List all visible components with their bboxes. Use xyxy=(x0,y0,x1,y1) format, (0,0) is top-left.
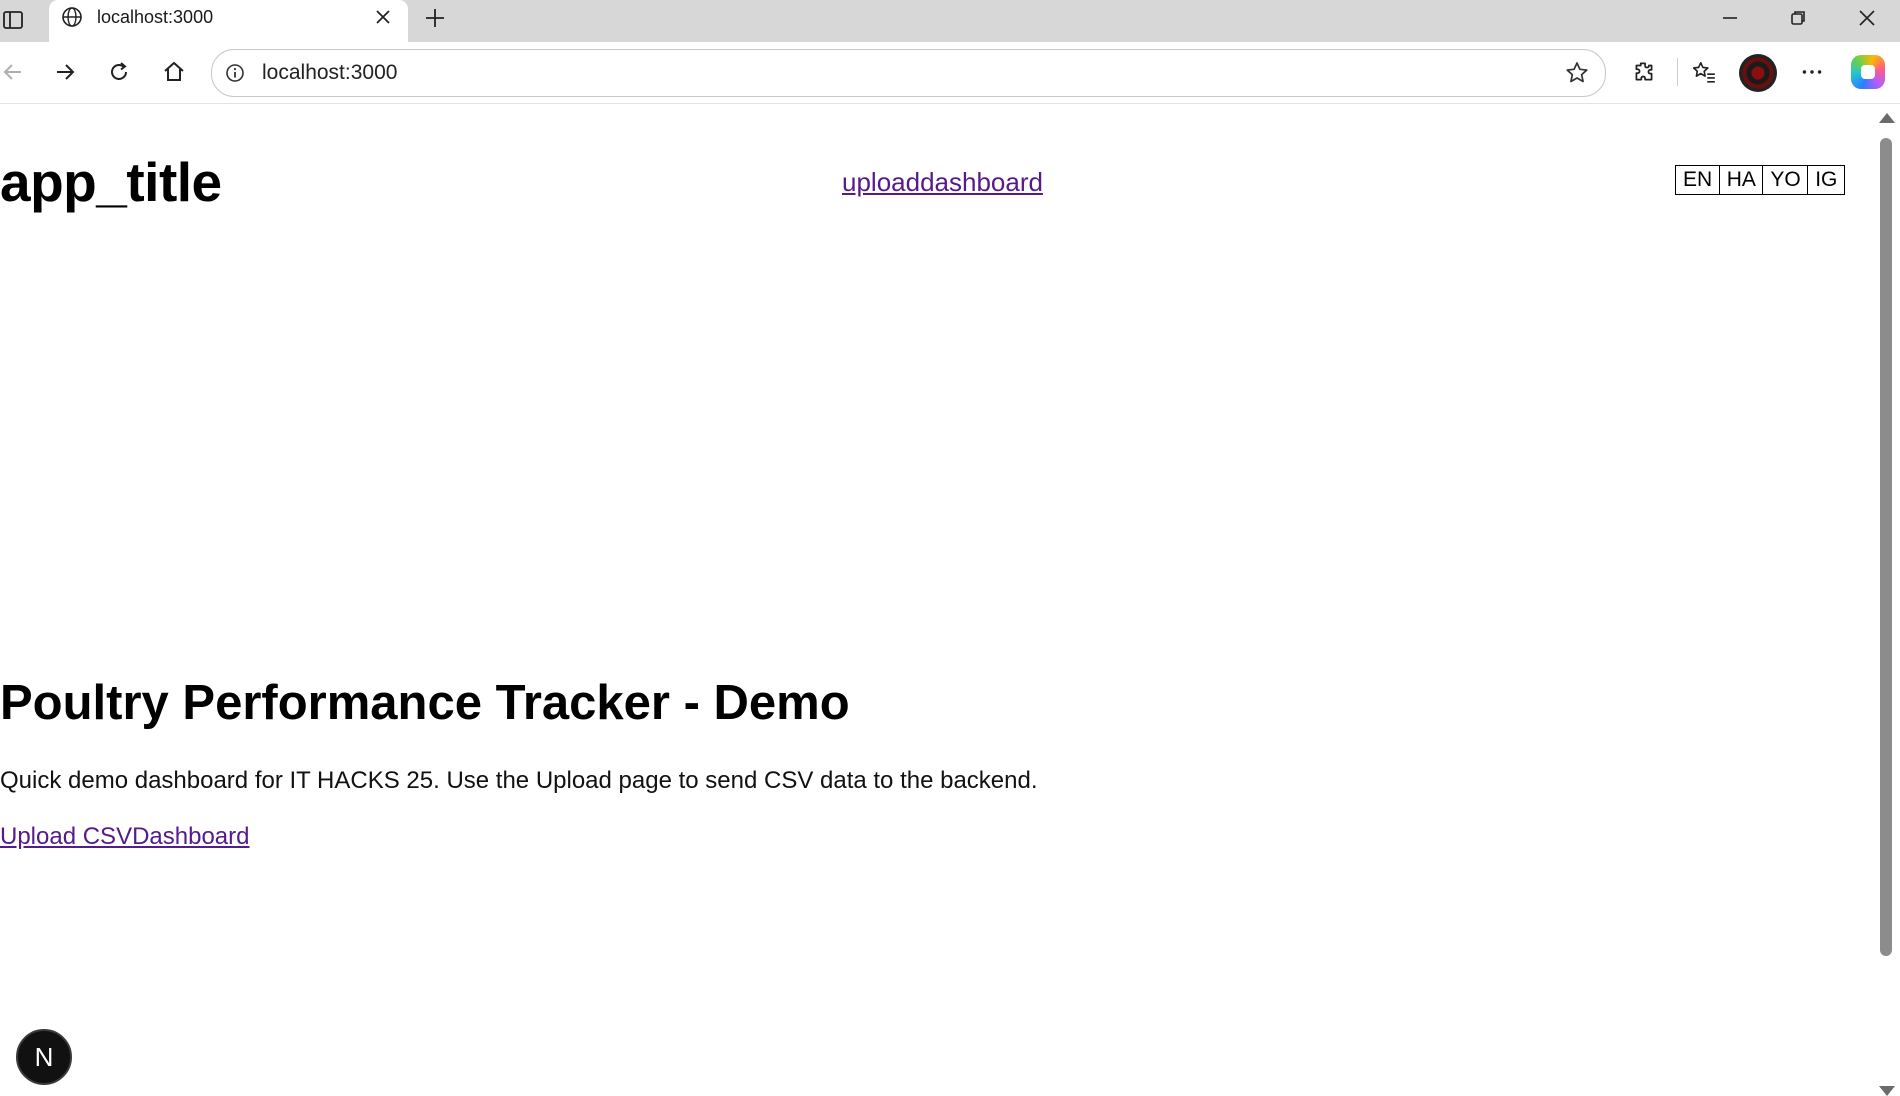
url-text[interactable]: localhost:3000 xyxy=(262,60,397,86)
page-heading: Poultry Performance Tracker - Demo xyxy=(0,676,850,730)
scrollbar-thumb[interactable] xyxy=(1880,138,1892,956)
page-description: Quick demo dashboard for IT HACKS 25. Us… xyxy=(0,767,1038,794)
star-icon[interactable] xyxy=(1563,59,1591,87)
main-links: Upload CSVDashboard xyxy=(0,822,250,852)
page-viewport: app_title uploaddashboard EN HA YO IG Po… xyxy=(0,104,1874,1096)
dashboard-link[interactable]: Dashboard xyxy=(132,823,249,850)
upload-csv-link[interactable]: Upload CSV xyxy=(0,823,132,850)
lang-button-ig[interactable]: IG xyxy=(1807,165,1846,195)
upload-dashboard-link[interactable]: uploaddashboard xyxy=(842,166,1043,198)
forward-icon[interactable] xyxy=(48,55,82,89)
scroll-down-arrow-icon[interactable] xyxy=(1879,1086,1895,1096)
lang-button-en[interactable]: EN xyxy=(1675,165,1721,195)
restore-icon[interactable] xyxy=(1778,3,1818,33)
favorites-icon[interactable] xyxy=(1687,55,1721,89)
nextjs-devtools-badge[interactable]: N xyxy=(16,1029,72,1085)
app-title: app_title xyxy=(0,151,222,213)
language-switcher: EN HA YO IG xyxy=(1675,165,1846,195)
info-icon[interactable] xyxy=(223,61,247,85)
back-icon[interactable] xyxy=(0,55,30,89)
reload-icon[interactable] xyxy=(102,55,136,89)
home-icon[interactable] xyxy=(157,55,191,89)
address-bar[interactable]: localhost:3000 xyxy=(211,49,1606,97)
close-icon[interactable] xyxy=(371,5,395,29)
extensions-icon[interactable] xyxy=(1627,55,1661,89)
lang-button-yo[interactable]: YO xyxy=(1762,165,1809,195)
browser-toolbar: localhost:3000 xyxy=(0,42,1900,104)
toolbar-divider xyxy=(1677,58,1678,86)
minimize-icon[interactable] xyxy=(1710,3,1750,33)
tab-title: localhost:3000 xyxy=(97,7,214,27)
close-window-icon[interactable] xyxy=(1847,3,1887,33)
scroll-up-arrow-icon[interactable] xyxy=(1879,113,1895,123)
avatar[interactable] xyxy=(1739,54,1777,92)
page-scrollbar[interactable] xyxy=(1874,104,1900,1096)
copilot-icon[interactable] xyxy=(1851,55,1885,89)
more-icon[interactable] xyxy=(1795,55,1829,89)
browser-tab-bar: localhost:3000 xyxy=(0,0,1900,42)
browser-tab[interactable]: localhost:3000 xyxy=(49,0,408,42)
plus-icon[interactable] xyxy=(420,3,450,33)
globe-icon xyxy=(59,4,85,30)
lang-button-ha[interactable]: HA xyxy=(1718,165,1764,195)
sidebar-toggle-icon[interactable] xyxy=(0,7,26,33)
